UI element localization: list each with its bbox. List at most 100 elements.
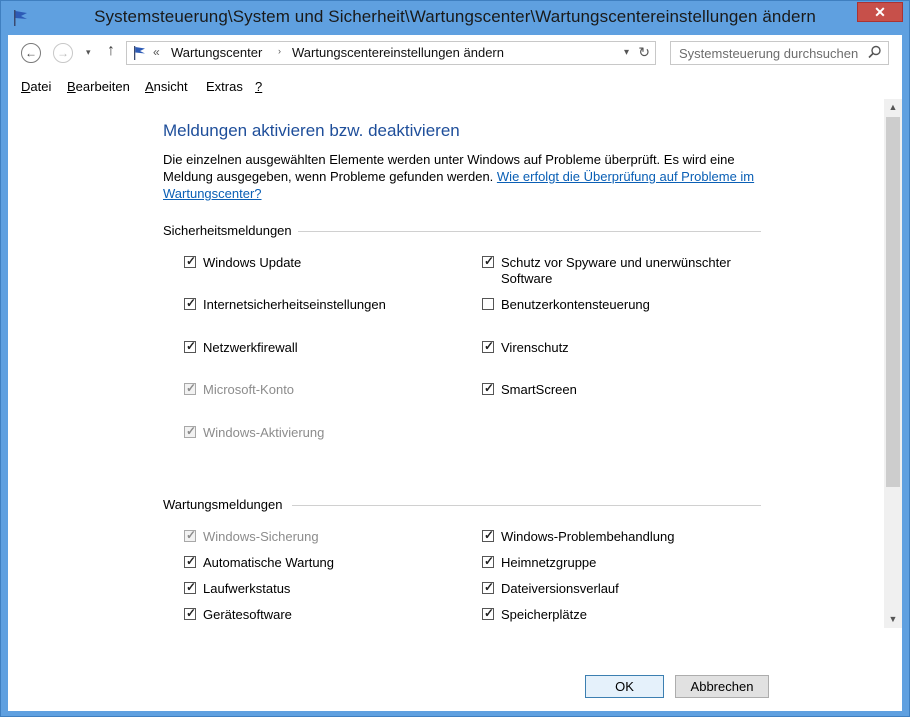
menu-bar: Datei Bearbeiten Ansicht Extras ? xyxy=(8,73,902,99)
checkbox-label: Microsoft-Konto xyxy=(203,382,295,397)
checkbox-box[interactable]: ✓ xyxy=(184,296,197,310)
checkmark-icon: ✓ xyxy=(484,580,495,594)
page-title: Meldungen aktivieren bzw. deaktivieren xyxy=(163,121,460,140)
control-panel-window: Systemsteuerung\System und Sicherheit\Wa… xyxy=(0,0,910,717)
breadcrumb-wartungscenter[interactable]: Wartungscenter xyxy=(171,45,262,60)
breadcrumb-current[interactable]: Wartungscentereinstellungen ändern xyxy=(292,45,504,60)
checkmark-icon: ✓ xyxy=(186,254,197,268)
checkbox-label[interactable]: Laufwerkstatus xyxy=(203,581,290,597)
menu-extras[interactable]: Extras xyxy=(206,79,243,94)
menu-bearbeiten[interactable]: Bearbeiten xyxy=(67,79,130,94)
checkmark-icon: ✓ xyxy=(484,254,495,268)
menu-datei-accel: D xyxy=(21,79,31,94)
ok-button[interactable]: OK xyxy=(585,675,664,698)
navigation-bar: ← → ▾ ↑ « Wartungscenter › Wartungscente… xyxy=(8,35,902,73)
forward-button[interactable]: → xyxy=(53,43,73,63)
search-input[interactable]: Systemsteuerung durchsuchen xyxy=(670,41,889,65)
checkbox-box: ✓ xyxy=(184,424,197,438)
checkbox-label-line2[interactable]: Software xyxy=(501,271,552,287)
cancel-button[interactable]: Abbrechen xyxy=(675,675,769,698)
checkbox-box[interactable]: ✓ xyxy=(482,554,495,568)
checkbox-label: Windows-Sicherung xyxy=(203,529,319,544)
menu-ansicht[interactable]: Ansicht xyxy=(145,79,188,94)
checkmark-icon: ✓ xyxy=(484,339,495,353)
menu-ansicht-accel: A xyxy=(145,79,154,94)
checkbox-box[interactable]: ✓ xyxy=(482,528,495,542)
checkbox-label[interactable]: Windows Update xyxy=(203,255,301,271)
menu-extras-label: Extras xyxy=(206,79,243,94)
checkbox-label[interactable]: Virenschutz xyxy=(501,340,569,356)
intro-text: Die einzelnen ausgewählten Elemente werd… xyxy=(163,151,758,202)
menu-bearbeiten-label: earbeiten xyxy=(75,79,130,94)
checkmark-icon: ✓ xyxy=(186,339,197,353)
address-overflow[interactable]: « xyxy=(153,45,160,59)
refresh-icon[interactable]: ↻ xyxy=(638,44,650,61)
menu-help-label: ? xyxy=(255,79,263,94)
menu-bearbeiten-accel: B xyxy=(67,79,76,94)
maintenance-section-divider xyxy=(292,505,761,506)
checkbox-label[interactable]: Speicherplätze xyxy=(501,607,587,623)
security-section-label: Sicherheitsmeldungen xyxy=(163,223,292,238)
checkbox-label[interactable]: Dateiversionsverlauf xyxy=(501,581,619,597)
address-bar[interactable]: « Wartungscenter › Wartungscentereinstel… xyxy=(126,41,656,65)
checkmark-icon: ✓ xyxy=(484,528,495,542)
search-placeholder: Systemsteuerung durchsuchen xyxy=(679,46,859,61)
checkmark-icon: ✓ xyxy=(186,296,197,310)
menu-ansicht-label: nsicht xyxy=(153,79,188,94)
checkbox-label[interactable]: Windows-Problembehandlung xyxy=(501,529,674,545)
checkbox-box[interactable] xyxy=(482,298,494,310)
checkmark-icon: ✓ xyxy=(484,381,495,395)
checkmark-icon: ✓ xyxy=(186,580,197,594)
checkbox-label[interactable]: Internetsicherheitseinstellungen xyxy=(203,297,386,313)
address-dropdown-icon[interactable]: ▾ xyxy=(624,47,629,58)
menu-help[interactable]: ? xyxy=(255,79,262,94)
checkbox-box[interactable]: ✓ xyxy=(482,381,495,395)
checkbox-label[interactable]: Heimnetzgruppe xyxy=(501,555,596,571)
title-bar[interactable]: Systemsteuerung\System und Sicherheit\Wa… xyxy=(1,1,909,35)
checkbox-box: ✓ xyxy=(184,528,197,542)
checkbox-box[interactable]: ✓ xyxy=(184,606,197,620)
recent-pages-dropdown-icon[interactable]: ▾ xyxy=(86,47,91,58)
checkmark-icon: ✓ xyxy=(186,381,197,395)
checkbox-box[interactable]: ✓ xyxy=(184,254,197,268)
checkbox-box[interactable]: ✓ xyxy=(184,339,197,353)
checkbox-box[interactable]: ✓ xyxy=(482,606,495,620)
checkmark-icon: ✓ xyxy=(186,606,197,620)
menu-datei[interactable]: Datei xyxy=(21,79,51,94)
scroll-down-icon[interactable]: ▼ xyxy=(884,611,902,628)
checkbox-box: ✓ xyxy=(184,381,197,395)
security-section-divider xyxy=(298,231,761,232)
breadcrumb-separator-icon[interactable]: › xyxy=(278,46,281,56)
maintenance-section-label: Wartungsmeldungen xyxy=(163,497,283,512)
checkmark-icon: ✓ xyxy=(484,606,495,620)
checkbox-label: Windows-Aktivierung xyxy=(203,425,325,440)
settings-content: Meldungen aktivieren bzw. deaktivieren D… xyxy=(8,99,884,628)
checkmark-icon: ✓ xyxy=(186,528,197,542)
up-button[interactable]: ↑ xyxy=(107,42,115,60)
checkbox-label[interactable]: Automatische Wartung xyxy=(203,555,334,571)
checkbox-label[interactable]: Gerätesoftware xyxy=(203,607,292,623)
scroll-thumb[interactable] xyxy=(886,117,900,487)
checkbox-label[interactable]: Benutzerkontensteuerung xyxy=(501,297,650,313)
window-title: Systemsteuerung\System und Sicherheit\Wa… xyxy=(94,7,816,26)
checkbox-box[interactable]: ✓ xyxy=(482,580,495,594)
checkbox-box[interactable]: ✓ xyxy=(184,554,197,568)
close-button[interactable]: ✕ xyxy=(857,2,903,22)
client-area: ← → ▾ ↑ « Wartungscenter › Wartungscente… xyxy=(8,35,902,711)
checkbox-label[interactable]: SmartScreen xyxy=(501,382,577,398)
scroll-up-icon[interactable]: ▲ xyxy=(884,99,902,116)
checkbox-label[interactable]: Schutz vor Spyware und unerwünschter xyxy=(501,255,731,271)
menu-datei-label: atei xyxy=(30,79,52,94)
back-button[interactable]: ← xyxy=(21,43,41,63)
checkmark-icon: ✓ xyxy=(484,554,495,568)
checkmark-icon: ✓ xyxy=(186,554,197,568)
checkbox-box[interactable]: ✓ xyxy=(184,580,197,594)
checkbox-label[interactable]: Netzwerkfirewall xyxy=(203,340,298,356)
vertical-scrollbar[interactable]: ▲ ▼ xyxy=(884,99,902,628)
checkbox-box[interactable]: ✓ xyxy=(482,339,495,353)
checkbox-box[interactable]: ✓ xyxy=(482,254,495,268)
checkmark-icon: ✓ xyxy=(186,424,197,438)
dialog-footer: OK Abbrechen xyxy=(8,628,902,711)
search-icon[interactable] xyxy=(868,45,882,59)
action-center-flag-icon xyxy=(134,46,145,60)
